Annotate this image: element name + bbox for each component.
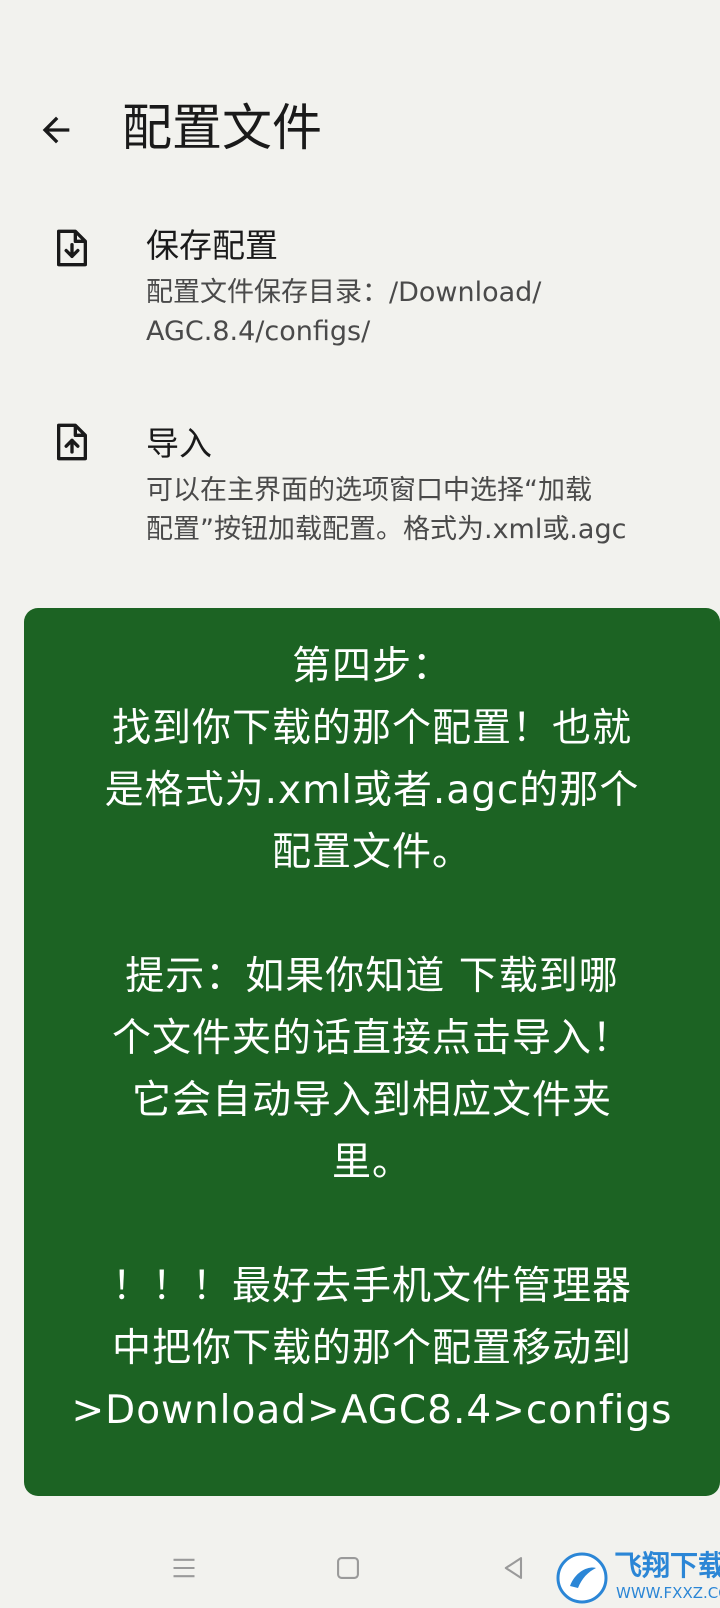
instruction-overlay: 第四步： 找到你下载的那个配置！也就 是格式为.xml或者.agc的那个 配置文…: [24, 608, 720, 1496]
back-button[interactable]: [26, 100, 86, 160]
overlay-line: >Download>AGC8.4>configs: [71, 1388, 673, 1433]
page-title: 配置文件: [122, 99, 322, 157]
watermark-subtitle: WWW.FXXZ.COM: [616, 1584, 720, 1602]
home-square-icon: [337, 1557, 359, 1579]
overlay-spacer: [24, 1194, 720, 1256]
overlay-line: 配置文件。: [271, 830, 472, 875]
overlay-line: 找到你下载的那个配置！也就: [111, 706, 632, 751]
back-triangle-icon: [504, 1557, 523, 1579]
pref-title-save-config: 保存配置: [146, 226, 278, 265]
watermark: 飞翔下载 WWW.FXXZ.COM: [554, 1548, 720, 1608]
pref-item-import[interactable]: 导入 可以在主界面的选项窗口中选择“加载 配置”按钮加载配置。格式为.xml或.…: [0, 418, 720, 568]
screen: 配置文件 保存配置 配置文件保存目录：/Download/ AGC.8.4/co…: [0, 0, 720, 1608]
overlay-line: 是格式为.xml或者.agc的那个: [104, 768, 640, 813]
overlay-spacer: [24, 884, 720, 946]
watermark-logo-icon: [556, 1552, 608, 1604]
pref-item-save-config[interactable]: 保存配置 配置文件保存目录：/Download/ AGC.8.4/configs…: [0, 220, 720, 370]
overlay-line: 提示：如果你知道 下载到哪: [125, 954, 619, 999]
overlay-line: 中把你下载的那个配置移动到: [111, 1326, 632, 1371]
file-download-icon: [57, 229, 88, 267]
overlay-line: 里。: [331, 1140, 412, 1185]
summary-line: AGC.8.4/configs/: [146, 316, 371, 347]
pref-title-import: 导入: [146, 424, 212, 463]
overlay-line: ！！！最好去手机文件管理器: [111, 1264, 632, 1309]
app-bar: 配置文件: [0, 80, 720, 176]
summary-line: 配置文件保存目录：/Download/: [146, 277, 542, 308]
overlay-line: 它会自动导入到相应文件夹: [131, 1078, 612, 1123]
summary-line: 可以在主界面的选项窗口中选择“加载: [146, 475, 592, 506]
overlay-line: 第四步：: [291, 644, 452, 689]
pref-summary-save-config: 配置文件保存目录：/Download/ AGC.8.4/configs/: [146, 273, 706, 351]
watermark-title: 飞翔下载: [614, 1549, 720, 1582]
overlay-line: 个文件夹的话直接点击导入！: [111, 1016, 632, 1061]
pref-summary-import: 可以在主界面的选项窗口中选择“加载 配置”按钮加载配置。格式为.xml或.agc: [146, 471, 706, 549]
nav-back-button[interactable]: [492, 1546, 536, 1590]
summary-line: 配置”按钮加载配置。格式为.xml或.agc: [146, 514, 627, 545]
arrow-left-icon: [42, 116, 70, 144]
nav-menu-button[interactable]: [162, 1546, 206, 1590]
file-upload-icon: [57, 423, 88, 461]
menu-icon: [173, 1558, 195, 1578]
nav-home-button[interactable]: [326, 1546, 370, 1590]
